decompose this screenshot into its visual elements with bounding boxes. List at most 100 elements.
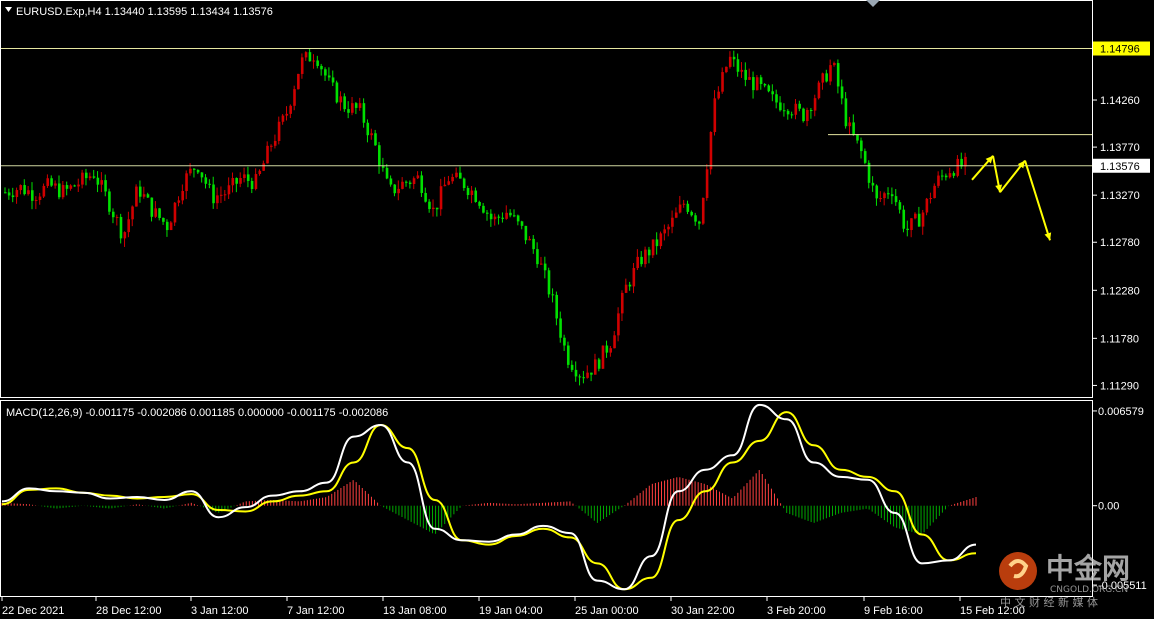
candle-body: [956, 158, 960, 176]
candle-body: [42, 185, 46, 197]
candle-body: [455, 172, 458, 177]
candle-body: [833, 63, 836, 66]
candle-body: [189, 168, 192, 174]
candle-body: [813, 98, 817, 111]
candle-body: [798, 103, 801, 109]
candle-body: [405, 181, 408, 183]
candle-body: [19, 185, 23, 191]
candle-body: [632, 268, 636, 287]
candle-body: [38, 196, 42, 200]
candle-body: [852, 122, 855, 135]
candle-body: [717, 91, 720, 99]
candle-body: [574, 369, 578, 377]
symbol-header: EURUSD.Exp,H4 1.13440 1.13595 1.13434 1.…: [16, 6, 273, 18]
candle-body: [590, 372, 593, 375]
watermark-slogan: 中 文 财 经 新 媒 体: [1000, 595, 1098, 609]
candle-body: [327, 75, 331, 78]
candle-body: [277, 121, 281, 141]
candle-body: [902, 209, 906, 229]
candle-body: [266, 145, 269, 164]
candle-body: [192, 168, 196, 170]
candle-body: [289, 105, 292, 114]
candle-body: [173, 202, 177, 223]
candle-body: [320, 65, 323, 70]
candle-body: [671, 217, 674, 227]
candle-body: [817, 82, 821, 99]
candle-body: [809, 110, 813, 112]
candle-body: [505, 212, 508, 219]
price-tick-label: 1.14260: [1100, 95, 1140, 107]
candle-body: [566, 345, 570, 365]
candle-body: [644, 249, 647, 265]
candle-body: [701, 197, 705, 224]
candle-body: [374, 133, 377, 146]
candle-body: [509, 212, 512, 216]
candle-body: [200, 172, 204, 178]
candle-body: [497, 216, 501, 218]
candle-body: [162, 217, 165, 222]
candle-body: [61, 185, 65, 198]
highlight-price-label: 1.14796: [1100, 44, 1140, 56]
candle-body: [944, 175, 948, 178]
candle-body: [335, 82, 339, 103]
candle-body: [782, 110, 786, 112]
candle-body: [856, 134, 859, 141]
candle-body: [601, 345, 605, 369]
candle-body: [821, 73, 825, 83]
candle-body: [108, 191, 111, 212]
candle-body: [77, 184, 80, 187]
candle-body: [378, 145, 381, 166]
candle-body: [84, 172, 88, 179]
candle-body: [794, 103, 798, 115]
candle-body: [15, 190, 19, 198]
candle-body: [88, 176, 92, 179]
time-tick-label: 25 Jan 00:00: [575, 605, 639, 617]
candle-body: [212, 184, 215, 204]
candle-body: [123, 232, 127, 239]
candle-body: [937, 175, 940, 186]
candle-body: [786, 110, 790, 115]
candle-body: [165, 221, 169, 231]
candle-body: [219, 194, 223, 196]
candle-body: [154, 208, 157, 217]
candle-body: [169, 222, 173, 231]
time-tick-label: 30 Jan 22:00: [671, 605, 735, 617]
candle-body: [570, 364, 574, 370]
candle-body: [698, 221, 701, 224]
watermark-domain: CNGOLD.ORG.CN: [1050, 585, 1128, 595]
candle-body: [516, 215, 520, 222]
candle-body: [366, 122, 370, 136]
candle-body: [952, 173, 956, 176]
candle-body: [439, 186, 443, 210]
candle-body: [655, 239, 659, 247]
candle-body: [81, 172, 84, 185]
time-tick-label: 3 Feb 20:00: [767, 605, 826, 617]
candle-body: [435, 207, 439, 210]
price-tick-label: 1.11780: [1100, 333, 1139, 345]
candle-body: [401, 181, 404, 189]
candle-body: [408, 182, 412, 185]
candle-body: [933, 185, 936, 199]
candle-body: [624, 284, 628, 293]
candle-body: [443, 184, 447, 187]
time-tick-label: 9 Feb 16:00: [864, 605, 923, 617]
candle-body: [636, 256, 639, 269]
candle-body: [582, 377, 585, 379]
candle-body: [235, 178, 238, 184]
candle-body: [478, 201, 481, 206]
candle-body: [779, 102, 782, 111]
candle-body: [347, 109, 350, 113]
candle-body: [358, 103, 362, 108]
candle-body: [150, 197, 154, 217]
candle-body: [142, 194, 146, 197]
candle-body: [281, 115, 285, 122]
candle-body: [416, 175, 420, 179]
candle-body: [482, 205, 485, 213]
candle-body: [231, 178, 235, 186]
candle-body: [100, 180, 103, 185]
candle-body: [451, 176, 454, 182]
macd-tick-label: 0.006579: [1098, 406, 1144, 418]
candle-body: [119, 216, 123, 239]
candle-body: [775, 94, 778, 103]
chart-canvas[interactable]: EURUSD.Exp,H4 1.13440 1.13595 1.13434 1.…: [0, 0, 1154, 619]
